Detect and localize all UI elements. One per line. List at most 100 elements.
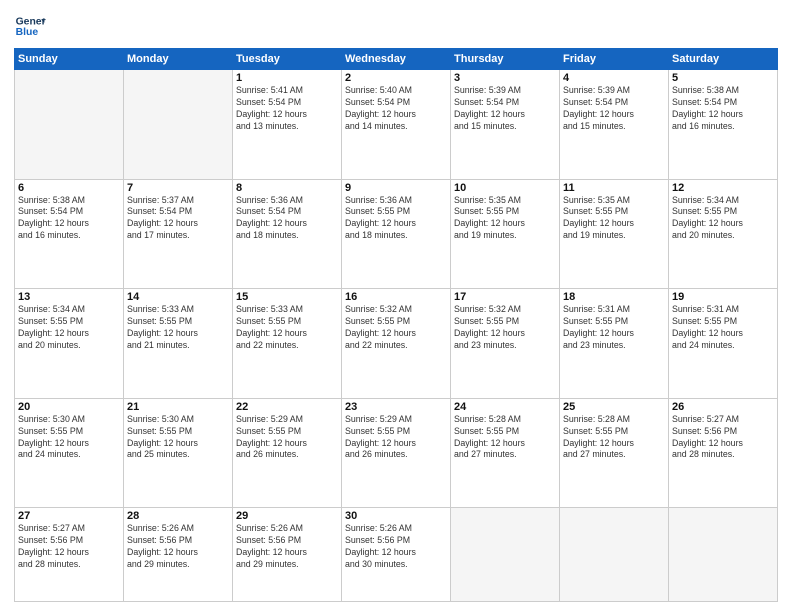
logo-icon: General Blue <box>14 10 46 42</box>
day-number: 8 <box>236 182 338 194</box>
day-number: 24 <box>454 401 556 413</box>
calendar-cell: 26Sunrise: 5:27 AM Sunset: 5:56 PM Dayli… <box>669 398 778 508</box>
weekday-header-tuesday: Tuesday <box>233 49 342 70</box>
weekday-header-saturday: Saturday <box>669 49 778 70</box>
calendar-cell: 11Sunrise: 5:35 AM Sunset: 5:55 PM Dayli… <box>560 179 669 289</box>
day-number: 13 <box>18 291 120 303</box>
calendar-cell: 27Sunrise: 5:27 AM Sunset: 5:56 PM Dayli… <box>15 508 124 602</box>
day-number: 30 <box>345 510 447 522</box>
day-info: Sunrise: 5:27 AM Sunset: 5:56 PM Dayligh… <box>672 414 774 462</box>
day-number: 19 <box>672 291 774 303</box>
day-info: Sunrise: 5:31 AM Sunset: 5:55 PM Dayligh… <box>672 304 774 352</box>
weekday-header-wednesday: Wednesday <box>342 49 451 70</box>
day-number: 26 <box>672 401 774 413</box>
calendar-cell: 2Sunrise: 5:40 AM Sunset: 5:54 PM Daylig… <box>342 70 451 180</box>
day-number: 14 <box>127 291 229 303</box>
day-info: Sunrise: 5:40 AM Sunset: 5:54 PM Dayligh… <box>345 85 447 133</box>
calendar-cell: 18Sunrise: 5:31 AM Sunset: 5:55 PM Dayli… <box>560 289 669 399</box>
day-info: Sunrise: 5:34 AM Sunset: 5:55 PM Dayligh… <box>672 195 774 243</box>
day-info: Sunrise: 5:34 AM Sunset: 5:55 PM Dayligh… <box>18 304 120 352</box>
day-info: Sunrise: 5:32 AM Sunset: 5:55 PM Dayligh… <box>454 304 556 352</box>
day-info: Sunrise: 5:33 AM Sunset: 5:55 PM Dayligh… <box>236 304 338 352</box>
day-number: 25 <box>563 401 665 413</box>
day-info: Sunrise: 5:35 AM Sunset: 5:55 PM Dayligh… <box>563 195 665 243</box>
day-number: 2 <box>345 72 447 84</box>
calendar-cell: 19Sunrise: 5:31 AM Sunset: 5:55 PM Dayli… <box>669 289 778 399</box>
day-number: 9 <box>345 182 447 194</box>
weekday-header-sunday: Sunday <box>15 49 124 70</box>
calendar-cell: 8Sunrise: 5:36 AM Sunset: 5:54 PM Daylig… <box>233 179 342 289</box>
day-info: Sunrise: 5:30 AM Sunset: 5:55 PM Dayligh… <box>18 414 120 462</box>
day-number: 21 <box>127 401 229 413</box>
calendar-week-row: 27Sunrise: 5:27 AM Sunset: 5:56 PM Dayli… <box>15 508 778 602</box>
calendar-week-row: 20Sunrise: 5:30 AM Sunset: 5:55 PM Dayli… <box>15 398 778 508</box>
calendar-cell: 16Sunrise: 5:32 AM Sunset: 5:55 PM Dayli… <box>342 289 451 399</box>
day-info: Sunrise: 5:26 AM Sunset: 5:56 PM Dayligh… <box>345 523 447 571</box>
calendar-cell: 3Sunrise: 5:39 AM Sunset: 5:54 PM Daylig… <box>451 70 560 180</box>
day-number: 4 <box>563 72 665 84</box>
calendar-cell <box>451 508 560 602</box>
day-number: 23 <box>345 401 447 413</box>
day-number: 29 <box>236 510 338 522</box>
header: General Blue <box>14 10 778 42</box>
day-info: Sunrise: 5:39 AM Sunset: 5:54 PM Dayligh… <box>454 85 556 133</box>
logo: General Blue <box>14 10 46 42</box>
calendar-cell: 12Sunrise: 5:34 AM Sunset: 5:55 PM Dayli… <box>669 179 778 289</box>
day-info: Sunrise: 5:32 AM Sunset: 5:55 PM Dayligh… <box>345 304 447 352</box>
calendar-cell <box>15 70 124 180</box>
weekday-header-monday: Monday <box>124 49 233 70</box>
weekday-header-thursday: Thursday <box>451 49 560 70</box>
day-info: Sunrise: 5:33 AM Sunset: 5:55 PM Dayligh… <box>127 304 229 352</box>
calendar-cell: 9Sunrise: 5:36 AM Sunset: 5:55 PM Daylig… <box>342 179 451 289</box>
day-info: Sunrise: 5:36 AM Sunset: 5:54 PM Dayligh… <box>236 195 338 243</box>
day-number: 27 <box>18 510 120 522</box>
calendar-cell <box>124 70 233 180</box>
calendar-cell: 1Sunrise: 5:41 AM Sunset: 5:54 PM Daylig… <box>233 70 342 180</box>
calendar-cell <box>669 508 778 602</box>
page: General Blue SundayMondayTuesdayWednesda… <box>0 0 792 612</box>
day-number: 18 <box>563 291 665 303</box>
day-number: 3 <box>454 72 556 84</box>
day-info: Sunrise: 5:28 AM Sunset: 5:55 PM Dayligh… <box>563 414 665 462</box>
calendar-cell: 30Sunrise: 5:26 AM Sunset: 5:56 PM Dayli… <box>342 508 451 602</box>
day-info: Sunrise: 5:31 AM Sunset: 5:55 PM Dayligh… <box>563 304 665 352</box>
calendar-cell: 22Sunrise: 5:29 AM Sunset: 5:55 PM Dayli… <box>233 398 342 508</box>
day-info: Sunrise: 5:29 AM Sunset: 5:55 PM Dayligh… <box>345 414 447 462</box>
day-number: 11 <box>563 182 665 194</box>
calendar-cell: 4Sunrise: 5:39 AM Sunset: 5:54 PM Daylig… <box>560 70 669 180</box>
day-info: Sunrise: 5:26 AM Sunset: 5:56 PM Dayligh… <box>236 523 338 571</box>
calendar-header-row: SundayMondayTuesdayWednesdayThursdayFrid… <box>15 49 778 70</box>
day-info: Sunrise: 5:35 AM Sunset: 5:55 PM Dayligh… <box>454 195 556 243</box>
calendar-table: SundayMondayTuesdayWednesdayThursdayFrid… <box>14 48 778 602</box>
calendar-cell: 29Sunrise: 5:26 AM Sunset: 5:56 PM Dayli… <box>233 508 342 602</box>
calendar-cell: 6Sunrise: 5:38 AM Sunset: 5:54 PM Daylig… <box>15 179 124 289</box>
day-number: 1 <box>236 72 338 84</box>
calendar-cell: 14Sunrise: 5:33 AM Sunset: 5:55 PM Dayli… <box>124 289 233 399</box>
calendar-cell <box>560 508 669 602</box>
calendar-cell: 17Sunrise: 5:32 AM Sunset: 5:55 PM Dayli… <box>451 289 560 399</box>
day-info: Sunrise: 5:38 AM Sunset: 5:54 PM Dayligh… <box>18 195 120 243</box>
calendar-week-row: 1Sunrise: 5:41 AM Sunset: 5:54 PM Daylig… <box>15 70 778 180</box>
day-number: 15 <box>236 291 338 303</box>
calendar-cell: 20Sunrise: 5:30 AM Sunset: 5:55 PM Dayli… <box>15 398 124 508</box>
day-info: Sunrise: 5:37 AM Sunset: 5:54 PM Dayligh… <box>127 195 229 243</box>
svg-text:General: General <box>16 16 46 27</box>
day-number: 7 <box>127 182 229 194</box>
weekday-header-friday: Friday <box>560 49 669 70</box>
day-number: 28 <box>127 510 229 522</box>
day-info: Sunrise: 5:41 AM Sunset: 5:54 PM Dayligh… <box>236 85 338 133</box>
calendar-cell: 15Sunrise: 5:33 AM Sunset: 5:55 PM Dayli… <box>233 289 342 399</box>
day-number: 6 <box>18 182 120 194</box>
day-info: Sunrise: 5:38 AM Sunset: 5:54 PM Dayligh… <box>672 85 774 133</box>
svg-text:Blue: Blue <box>16 27 39 38</box>
calendar-cell: 23Sunrise: 5:29 AM Sunset: 5:55 PM Dayli… <box>342 398 451 508</box>
calendar-cell: 13Sunrise: 5:34 AM Sunset: 5:55 PM Dayli… <box>15 289 124 399</box>
day-number: 17 <box>454 291 556 303</box>
calendar-cell: 5Sunrise: 5:38 AM Sunset: 5:54 PM Daylig… <box>669 70 778 180</box>
day-number: 16 <box>345 291 447 303</box>
day-info: Sunrise: 5:39 AM Sunset: 5:54 PM Dayligh… <box>563 85 665 133</box>
day-number: 12 <box>672 182 774 194</box>
calendar-cell: 10Sunrise: 5:35 AM Sunset: 5:55 PM Dayli… <box>451 179 560 289</box>
day-info: Sunrise: 5:27 AM Sunset: 5:56 PM Dayligh… <box>18 523 120 571</box>
day-info: Sunrise: 5:30 AM Sunset: 5:55 PM Dayligh… <box>127 414 229 462</box>
